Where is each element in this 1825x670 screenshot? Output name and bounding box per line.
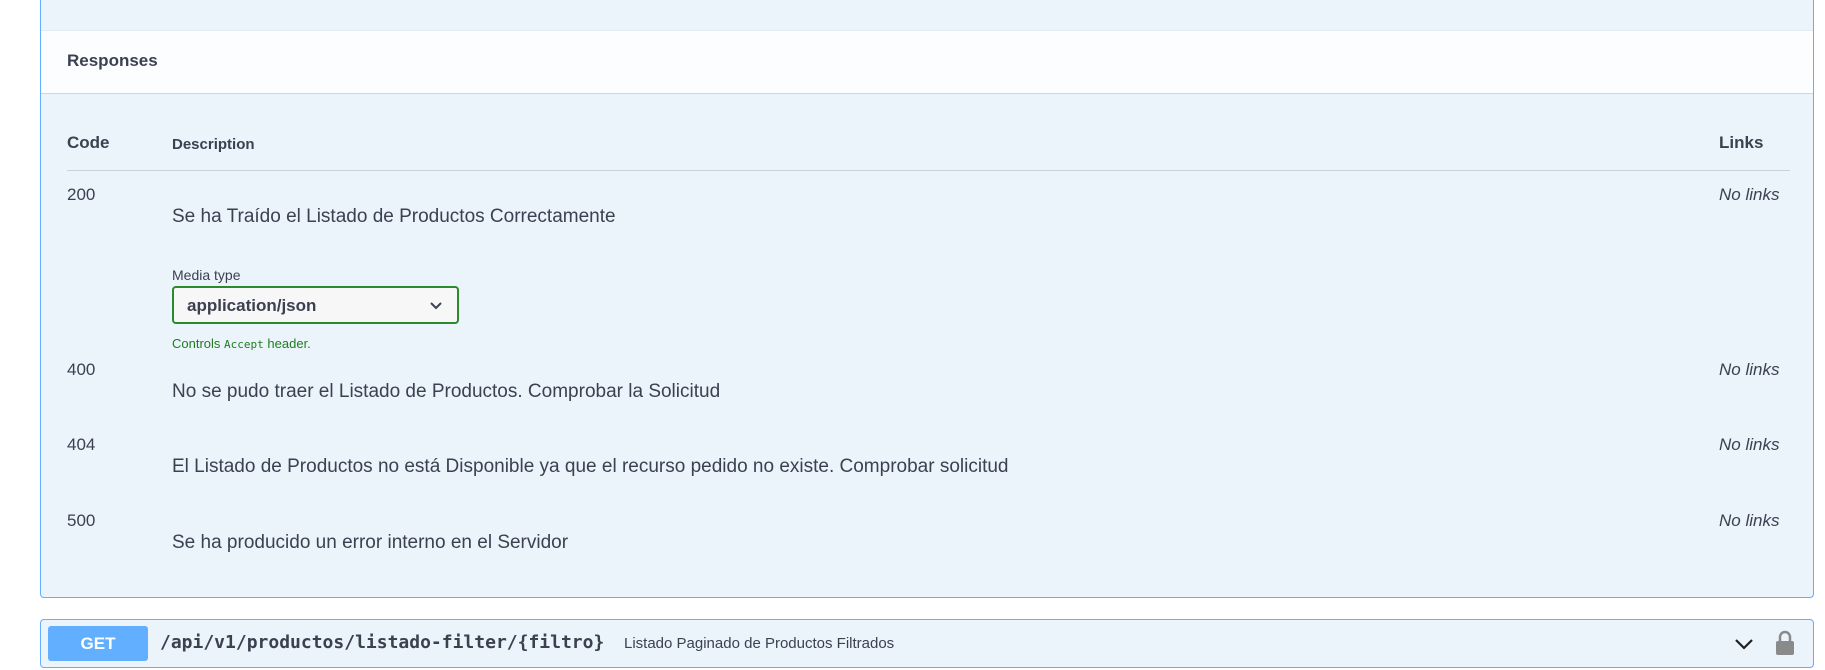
chevron-down-icon[interactable] <box>1733 633 1755 655</box>
operation-summary-text: Listado Paginado de Productos Filtrados <box>624 635 895 652</box>
response-links: No links <box>1719 511 1780 530</box>
response-code: 500 <box>67 511 96 530</box>
lock-icon[interactable] <box>1774 630 1796 656</box>
response-code: 200 <box>67 185 96 204</box>
response-description: No se pudo traer el Listado de Productos… <box>172 381 721 402</box>
column-header-links: Links <box>1719 133 1764 152</box>
operation-path: /api/v1/productos/listado-filter/{filtro… <box>160 632 605 653</box>
media-type-label: Media type <box>172 267 241 283</box>
response-description: Se ha Traído el Listado de Productos Cor… <box>172 206 616 227</box>
media-type-value: application/json <box>187 296 317 315</box>
chevron-down-icon <box>430 302 442 310</box>
response-links: No links <box>1719 360 1780 379</box>
response-links: No links <box>1719 185 1780 204</box>
response-links: No links <box>1719 435 1780 454</box>
controls-suffix: header. <box>267 336 311 351</box>
controls-code: Accept <box>224 338 264 351</box>
controls-prefix: Controls <box>172 336 221 351</box>
response-code: 404 <box>67 435 96 454</box>
responses-title: Responses <box>67 51 158 70</box>
table-divider <box>67 170 1790 171</box>
responses-header: Responses <box>41 30 1813 94</box>
column-header-code: Code <box>67 133 110 152</box>
method-badge-get: GET <box>48 626 148 661</box>
response-description: El Listado de Productos no está Disponib… <box>172 456 1009 477</box>
media-type-select[interactable]: application/json <box>172 286 459 324</box>
column-header-description: Description <box>172 136 255 153</box>
operation-block-expanded: Responses Code Description Links 200 Se … <box>40 0 1814 598</box>
operation-summary-get[interactable]: GET /api/v1/productos/listado-filter/{fi… <box>40 619 1814 668</box>
controls-accept-note: Controls Accept header. <box>172 336 311 351</box>
response-code: 400 <box>67 360 96 379</box>
response-description: Se ha producido un error interno en el S… <box>172 532 569 553</box>
